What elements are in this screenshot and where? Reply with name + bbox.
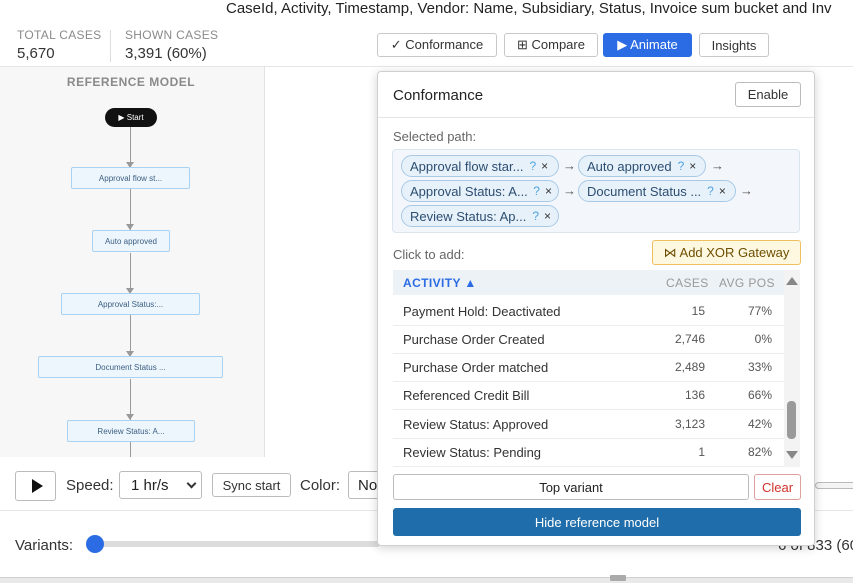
path-arrow: →: [711, 158, 724, 173]
ref-node-approval-flow[interactable]: Approval flow st...: [71, 167, 190, 189]
selected-path-label: Selected path:: [393, 129, 477, 144]
scroll-up-icon[interactable]: [786, 277, 798, 285]
scroll-down-icon[interactable]: [786, 451, 798, 459]
start-node[interactable]: ▶ Start: [105, 108, 157, 127]
path-arrow: →: [740, 183, 753, 198]
scrollbar-thumb[interactable]: [787, 401, 796, 439]
timeline-track[interactable]: [815, 482, 853, 489]
path-arrow: →: [563, 158, 576, 173]
hide-reference-model-button[interactable]: Hide reference model: [393, 508, 801, 536]
variants-slider-thumb[interactable]: [86, 535, 104, 553]
variants-label: Variants:: [15, 537, 74, 554]
help-icon[interactable]: ?: [678, 159, 685, 173]
window-title: CaseId, Activity, Timestamp, Vendor: Nam…: [226, 0, 832, 17]
table-row[interactable]: Review Status: Pending 1 82%: [393, 439, 784, 467]
table-row[interactable]: Referenced Credit Bill 136 66%: [393, 382, 784, 410]
table-row[interactable]: Payment Hold: Deactivated 15 77%: [393, 298, 784, 326]
speed-label: Speed:: [66, 477, 114, 494]
path-arrow: →: [563, 183, 576, 198]
table-row[interactable]: Purchase Order Created 2,746 0%: [393, 326, 784, 354]
shown-cases-label: SHOWN CASES: [125, 28, 219, 42]
speed-value: 1 hr/s: [131, 476, 169, 494]
table-row[interactable]: Purchase Order matched 2,489 33%: [393, 354, 784, 382]
conformance-header: Conformance Enable: [378, 72, 814, 118]
flow-connector: [130, 253, 131, 293]
speed-select[interactable]: 1 hr/s: [119, 471, 202, 499]
close-icon[interactable]: ×: [541, 159, 548, 173]
horizontal-scrollbar-thumb[interactable]: [610, 575, 626, 581]
flow-connector: [130, 127, 131, 167]
column-avg-pos[interactable]: AVG POS: [719, 276, 775, 290]
shown-cases-stat: SHOWN CASES 3,391 (60%): [125, 28, 218, 62]
play-icon: [31, 479, 43, 493]
color-value: No: [358, 476, 378, 494]
help-icon[interactable]: ?: [707, 184, 714, 198]
compare-button[interactable]: ⊞ Compare: [504, 33, 598, 57]
total-cases-stat: TOTAL CASES 5,670: [17, 28, 101, 62]
close-icon[interactable]: ×: [719, 184, 726, 198]
top-variant-button[interactable]: Top variant: [393, 474, 749, 500]
reference-model-panel: REFERENCE MODEL ▶ Start Approval flow st…: [0, 67, 265, 457]
path-chip-approval-flow[interactable]: Approval flow star... ? ×: [401, 155, 559, 177]
conformance-button[interactable]: ✓ Conformance: [377, 33, 497, 57]
sync-start-button[interactable]: Sync start: [212, 473, 291, 497]
close-icon[interactable]: ×: [544, 209, 551, 223]
conformance-panel: Conformance Enable Selected path: Approv…: [377, 71, 815, 546]
reference-model-title: REFERENCE MODEL: [66, 75, 196, 89]
conformance-title: Conformance: [393, 87, 484, 104]
color-label: Color:: [300, 477, 341, 494]
insights-button[interactable]: Insights: [699, 33, 769, 57]
click-to-add-label: Click to add:: [393, 247, 465, 262]
activity-table: ACTIVITY ▲ CASES AVG POS Payment Hold: D…: [393, 270, 784, 467]
total-cases-label: TOTAL CASES: [17, 28, 102, 42]
chevron-down-icon: [186, 478, 197, 489]
total-cases-value: 5,670: [17, 45, 55, 62]
play-button[interactable]: [15, 471, 56, 501]
clear-button[interactable]: Clear: [754, 474, 801, 500]
shown-cases-value: 3,391 (60%): [125, 45, 207, 62]
close-icon[interactable]: ×: [545, 184, 552, 198]
path-chip-approval-status[interactable]: Approval Status: A... ? ×: [401, 180, 559, 202]
activity-table-header: ACTIVITY ▲ CASES AVG POS: [393, 270, 784, 295]
enable-button[interactable]: Enable: [735, 82, 801, 107]
path-chip-review-status[interactable]: Review Status: Ap... ? ×: [401, 205, 559, 227]
ref-node-auto-approved[interactable]: Auto approved: [92, 230, 170, 252]
flow-connector: [130, 315, 131, 356]
stat-divider: [110, 30, 111, 62]
add-xor-gateway-button[interactable]: ⋈ Add XOR Gateway: [652, 240, 801, 265]
column-cases[interactable]: CASES: [666, 276, 709, 290]
selected-path-box: Approval flow star... ? × → Auto approve…: [392, 149, 800, 233]
variants-slider-track[interactable]: [90, 541, 380, 547]
table-row[interactable]: Review Status: Approved 3,123 42%: [393, 411, 784, 439]
horizontal-scrollbar[interactable]: [0, 577, 853, 583]
animate-button[interactable]: ▶ Animate: [603, 33, 692, 57]
close-icon[interactable]: ×: [689, 159, 696, 173]
help-icon[interactable]: ?: [529, 159, 536, 173]
path-chip-document-status[interactable]: Document Status ... ? ×: [578, 180, 736, 202]
column-activity[interactable]: ACTIVITY ▲: [403, 276, 477, 290]
activity-table-scrollbar[interactable]: [784, 270, 800, 467]
flow-connector: [130, 442, 131, 457]
ref-node-document-status[interactable]: Document Status ...: [38, 356, 223, 378]
help-icon[interactable]: ?: [532, 209, 539, 223]
ref-node-review-status[interactable]: Review Status: A...: [67, 420, 195, 442]
help-icon[interactable]: ?: [533, 184, 540, 198]
ref-node-approval-status[interactable]: Approval Status:...: [61, 293, 200, 315]
path-chip-auto-approved[interactable]: Auto approved ? ×: [578, 155, 706, 177]
